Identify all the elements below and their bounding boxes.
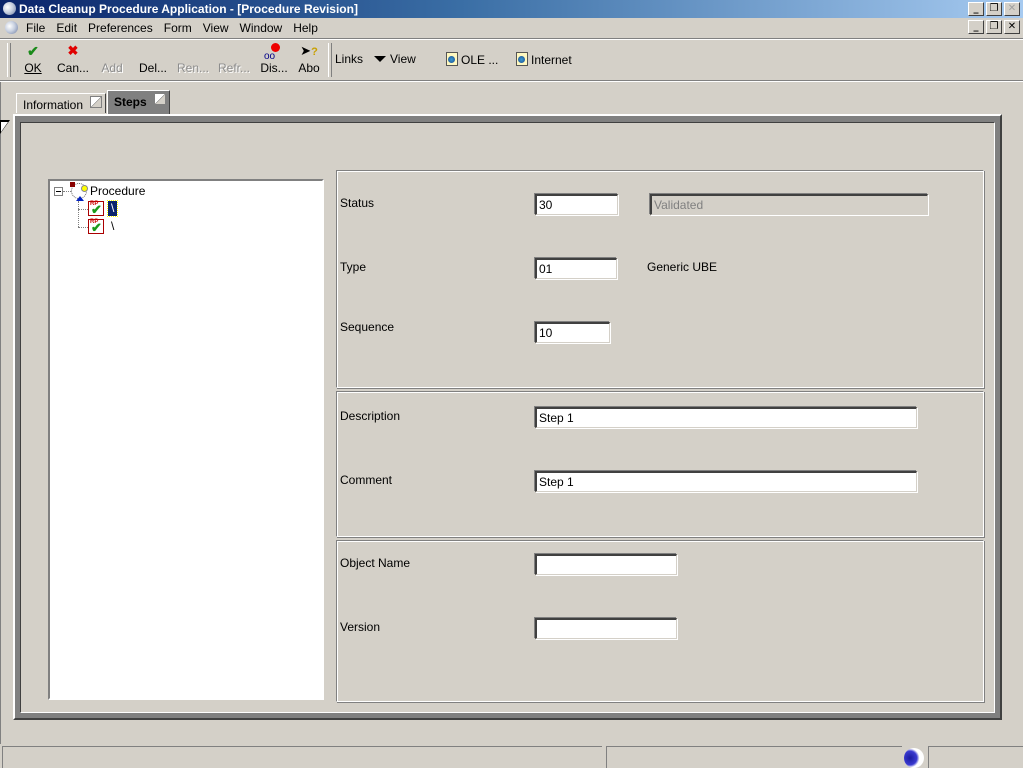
procedure-icon (70, 182, 88, 201)
type-input[interactable] (535, 258, 617, 279)
app-globe-icon (3, 2, 16, 15)
close-button[interactable]: ✕ (1004, 2, 1020, 16)
object-name-input[interactable] (535, 554, 677, 575)
report-step-icon (88, 219, 104, 234)
menu-help[interactable]: Help (293, 21, 318, 35)
description-label: Description (340, 409, 401, 423)
object-name-label: Object Name (340, 556, 411, 570)
about-button[interactable]: ➤? Abo (297, 43, 321, 79)
delete-button[interactable]: Del... (137, 43, 169, 79)
child-close-button[interactable]: ✕ (1004, 20, 1020, 34)
toolbar-grip-2[interactable] (328, 43, 332, 77)
ole-document-icon (446, 52, 458, 66)
help-pointer-icon: ➤? (300, 43, 318, 58)
cancel-button[interactable]: ✖ Can... (55, 43, 91, 79)
sequence-input[interactable] (535, 322, 610, 343)
menu-window[interactable]: Window (240, 21, 283, 35)
procedure-tree[interactable]: Procedure \ \ (47, 178, 325, 701)
comment-input[interactable] (535, 471, 917, 492)
toolbar-grip[interactable] (7, 43, 11, 77)
tree-item-label[interactable]: \ (106, 200, 119, 217)
status-description-field (650, 194, 928, 215)
dropdown-arrow-icon (374, 56, 386, 62)
description-input[interactable] (535, 407, 917, 428)
child-minimize-button[interactable]: _ (968, 20, 984, 34)
status-pane-2 (606, 746, 902, 768)
child-restore-button[interactable]: ❐ (986, 20, 1002, 34)
toolbar: ✔ OK ✖ Can... Add Del... Ren... Refr... … (0, 38, 1023, 81)
rename-button[interactable]: Ren... (175, 43, 211, 79)
document-globe-icon[interactable] (5, 21, 18, 34)
internet-button[interactable]: Internet (516, 52, 572, 67)
tab-information[interactable]: Information (16, 93, 106, 113)
type-label: Type (340, 260, 367, 274)
tab-corner-icon (154, 93, 166, 105)
menu-edit[interactable]: Edit (56, 21, 77, 35)
status-bar (0, 744, 1023, 768)
links-label[interactable]: Links (335, 52, 363, 66)
menu-file[interactable]: File (26, 21, 45, 35)
collapse-icon[interactable] (54, 187, 63, 196)
refresh-button[interactable]: Refr... (216, 43, 252, 79)
status-pane-main (2, 746, 602, 768)
minimize-button[interactable]: _ (968, 2, 984, 16)
menu-form[interactable]: Form (164, 21, 192, 35)
add-button[interactable]: Add (99, 43, 125, 79)
ole-button[interactable]: OLE ... (446, 52, 498, 67)
view-dropdown[interactable]: View (374, 52, 416, 66)
menu-preferences[interactable]: Preferences (88, 21, 153, 35)
internet-document-icon (516, 52, 528, 66)
status-pane-3 (928, 746, 1023, 768)
glasses-icon: oo (258, 43, 290, 62)
version-input[interactable] (535, 618, 677, 639)
report-step-icon (88, 201, 104, 216)
status-label: Status (340, 196, 375, 210)
status-input[interactable] (535, 194, 618, 215)
tab-steps[interactable]: Steps (107, 90, 170, 114)
comment-label: Comment (340, 473, 393, 487)
type-description: Generic UBE (647, 260, 718, 274)
restore-button[interactable]: ❐ (986, 2, 1002, 16)
check-icon: ✔ (27, 43, 39, 59)
tree-root-procedure[interactable]: Procedure (90, 184, 145, 198)
window-title: Data Cleanup Procedure Application - [Pr… (19, 2, 358, 16)
title-bar: Data Cleanup Procedure Application - [Pr… (0, 0, 1023, 18)
display-button[interactable]: oo Dis... (258, 43, 290, 79)
globe-status-icon (904, 748, 924, 768)
menu-bar: File Edit Preferences Form View Window H… (0, 18, 1023, 38)
version-label: Version (340, 620, 381, 634)
menu-view[interactable]: View (203, 21, 229, 35)
x-icon: ✖ (67, 43, 79, 58)
sequence-label: Sequence (340, 320, 395, 334)
tab-corner-icon (90, 96, 102, 108)
ok-button[interactable]: ✔ OK (20, 43, 46, 79)
tree-item-label[interactable]: \ (111, 219, 114, 233)
